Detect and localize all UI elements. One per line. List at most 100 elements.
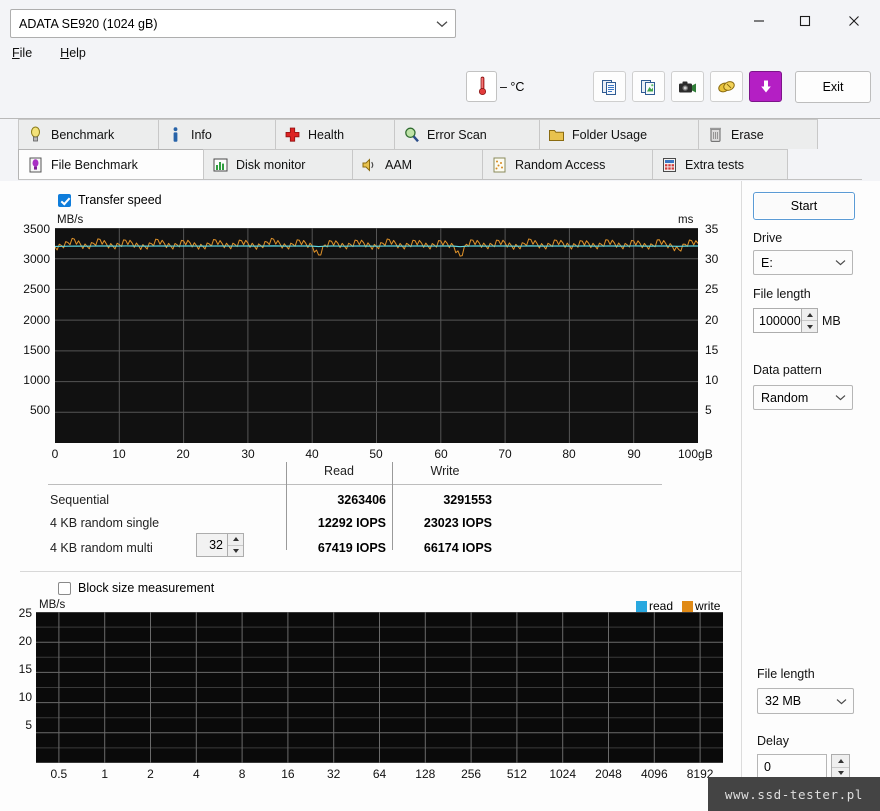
results-table-header-rule xyxy=(48,484,662,485)
chart1-xtick-90: 90 xyxy=(627,447,641,461)
chart2-y-axis-label: MB/s xyxy=(39,599,66,611)
delay-increment[interactable] xyxy=(832,755,849,768)
trash-icon xyxy=(707,126,724,144)
tab-folder-usage-label: Folder Usage xyxy=(572,127,648,142)
file-length-increment[interactable] xyxy=(802,309,817,321)
tab-file-benchmark-label: File Benchmark xyxy=(51,157,138,172)
results-header-write: Write xyxy=(430,464,460,478)
tab-file-benchmark[interactable]: File Benchmark xyxy=(18,149,204,179)
minimize-button[interactable] xyxy=(736,0,782,42)
thermometer-icon xyxy=(478,76,487,99)
tab-disk-monitor[interactable]: Disk monitor xyxy=(203,149,353,179)
drive-select-value: ADATA SE920 (1024 gB) xyxy=(19,16,158,31)
chart1-svg xyxy=(54,227,699,443)
chevron-down-icon xyxy=(829,698,853,705)
maximize-button[interactable] xyxy=(782,0,828,42)
chart2-xtick-32: 32 xyxy=(327,767,341,781)
legend-swatch-write xyxy=(682,600,694,612)
tab-info[interactable]: Info xyxy=(158,119,276,149)
tab-erase[interactable]: Erase xyxy=(698,119,818,149)
chart1-y-axis-label: MB/s xyxy=(57,214,84,226)
file-length-label: File length xyxy=(753,287,811,301)
tab-extra-tests[interactable]: Extra tests xyxy=(652,149,788,179)
file-length-decrement[interactable] xyxy=(802,321,817,332)
tab-health[interactable]: Health xyxy=(275,119,395,149)
chart2-xtick-2: 2 xyxy=(147,767,154,781)
chart1-y2tick-15: 15 xyxy=(705,343,719,357)
block-file-length-label: File length xyxy=(757,667,815,681)
start-button[interactable]: Start xyxy=(753,192,855,220)
queue-depth-increment[interactable] xyxy=(228,534,243,546)
chart1-ytick-1000: 1000 xyxy=(23,373,50,387)
drive-combo-value: E: xyxy=(761,255,773,270)
tab-folder-usage[interactable]: Folder Usage xyxy=(539,119,699,149)
block-size-checkbox-row[interactable]: Block size measurement xyxy=(58,581,214,595)
start-button-label: Start xyxy=(790,199,818,213)
transfer-speed-chart: MB/s ms 3500 3000 2500 2000 1500 1000 50… xyxy=(0,181,741,471)
block-size-checkbox[interactable] xyxy=(58,581,71,595)
chart1-y2tick-5: 5 xyxy=(705,403,712,417)
download-arrow-icon[interactable] xyxy=(749,71,782,102)
screenshot-camera-icon[interactable] xyxy=(671,71,704,102)
drive-label: Drive xyxy=(753,231,783,245)
file-length-value[interactable]: 100000 xyxy=(753,308,801,333)
file-length-stepper[interactable]: 100000 xyxy=(753,308,818,333)
bulb-icon xyxy=(27,126,44,144)
results-row-random-multi-read: 67419 IOPS xyxy=(317,541,386,555)
tab-random-access-label: Random Access xyxy=(515,157,606,172)
chart2-xtick-8: 8 xyxy=(238,767,246,781)
chart1-ytick-1500: 1500 xyxy=(23,343,50,357)
triangle-down-icon xyxy=(837,771,844,776)
block-file-length-combo[interactable]: 32 MB xyxy=(757,688,854,714)
queue-depth-decrement[interactable] xyxy=(228,546,243,557)
results-row-sequential-write: 3291553 xyxy=(443,493,492,507)
queue-depth-value[interactable]: 32 xyxy=(196,533,227,557)
content-area: Transfer speed MB/s ms 3500 3000 2500 20… xyxy=(0,181,880,811)
tab-erase-label: Erase xyxy=(731,127,764,142)
exit-button[interactable]: Exit xyxy=(795,71,871,103)
chart2-svg xyxy=(36,611,723,764)
watermark: www.ssd-tester.pl xyxy=(708,777,880,811)
tab-benchmark[interactable]: Benchmark xyxy=(18,119,159,149)
data-pattern-combo[interactable]: Random xyxy=(753,385,853,410)
chart2-xtick-0.5: 0.5 xyxy=(50,767,68,781)
tab-extra-tests-label: Extra tests xyxy=(685,157,745,172)
drive-combo[interactable]: E: xyxy=(753,250,853,275)
chart1-xtick-20: 20 xyxy=(176,447,190,461)
menu-help-rest: elp xyxy=(69,46,86,60)
queue-depth-stepper[interactable]: 32 xyxy=(196,533,244,557)
tab-row-secondary: File Benchmark Disk monitor AAM Random A… xyxy=(18,149,788,179)
chevron-down-icon xyxy=(429,20,455,28)
tab-aam[interactable]: AAM xyxy=(352,149,483,179)
results-row-random-single-read: 12292 IOPS xyxy=(317,516,386,530)
results-row-sequential-read: 3263406 xyxy=(337,493,386,507)
copy-image-icon[interactable] xyxy=(632,71,665,102)
hd-tune-pro-window: HD Tune Pro 5.75 - Hard Disk/SSD Utility… xyxy=(0,0,880,811)
extra-tests-icon xyxy=(661,156,678,174)
chart2-xtick-512: 512 xyxy=(506,767,527,781)
exit-button-label: Exit xyxy=(822,80,844,94)
tab-strip: Benchmark Info Health Error Scan Folder … xyxy=(0,119,880,181)
tab-info-label: Info xyxy=(191,127,212,142)
drive-select[interactable]: ADATA SE920 (1024 gB) xyxy=(10,9,456,38)
copy-text-icon[interactable] xyxy=(593,71,626,102)
chart1-xtick-10: 10 xyxy=(112,447,126,461)
results-row-sequential-label: Sequential xyxy=(50,493,110,507)
tab-health-label: Health xyxy=(308,127,345,142)
chart1-ytick-3500: 3500 xyxy=(23,222,50,236)
chart2-ytick-15: 15 xyxy=(18,662,32,676)
tab-error-scan[interactable]: Error Scan xyxy=(394,119,540,149)
close-button[interactable] xyxy=(828,0,880,42)
coins-icon[interactable] xyxy=(710,71,743,102)
menu-file[interactable]: File xyxy=(10,44,44,62)
chart2-xtick-16: 16 xyxy=(281,767,295,781)
chart1-ytick-2000: 2000 xyxy=(23,313,50,327)
block-size-label: Block size measurement xyxy=(78,581,215,595)
chart1-xtick-30: 30 xyxy=(241,447,255,461)
chart2-ytick-5: 5 xyxy=(25,718,32,732)
panel-divider-horizontal xyxy=(20,571,741,572)
info-icon xyxy=(167,126,184,144)
menu-help[interactable]: Help xyxy=(58,44,98,62)
tab-random-access[interactable]: Random Access xyxy=(482,149,653,179)
triangle-up-icon xyxy=(806,312,813,317)
